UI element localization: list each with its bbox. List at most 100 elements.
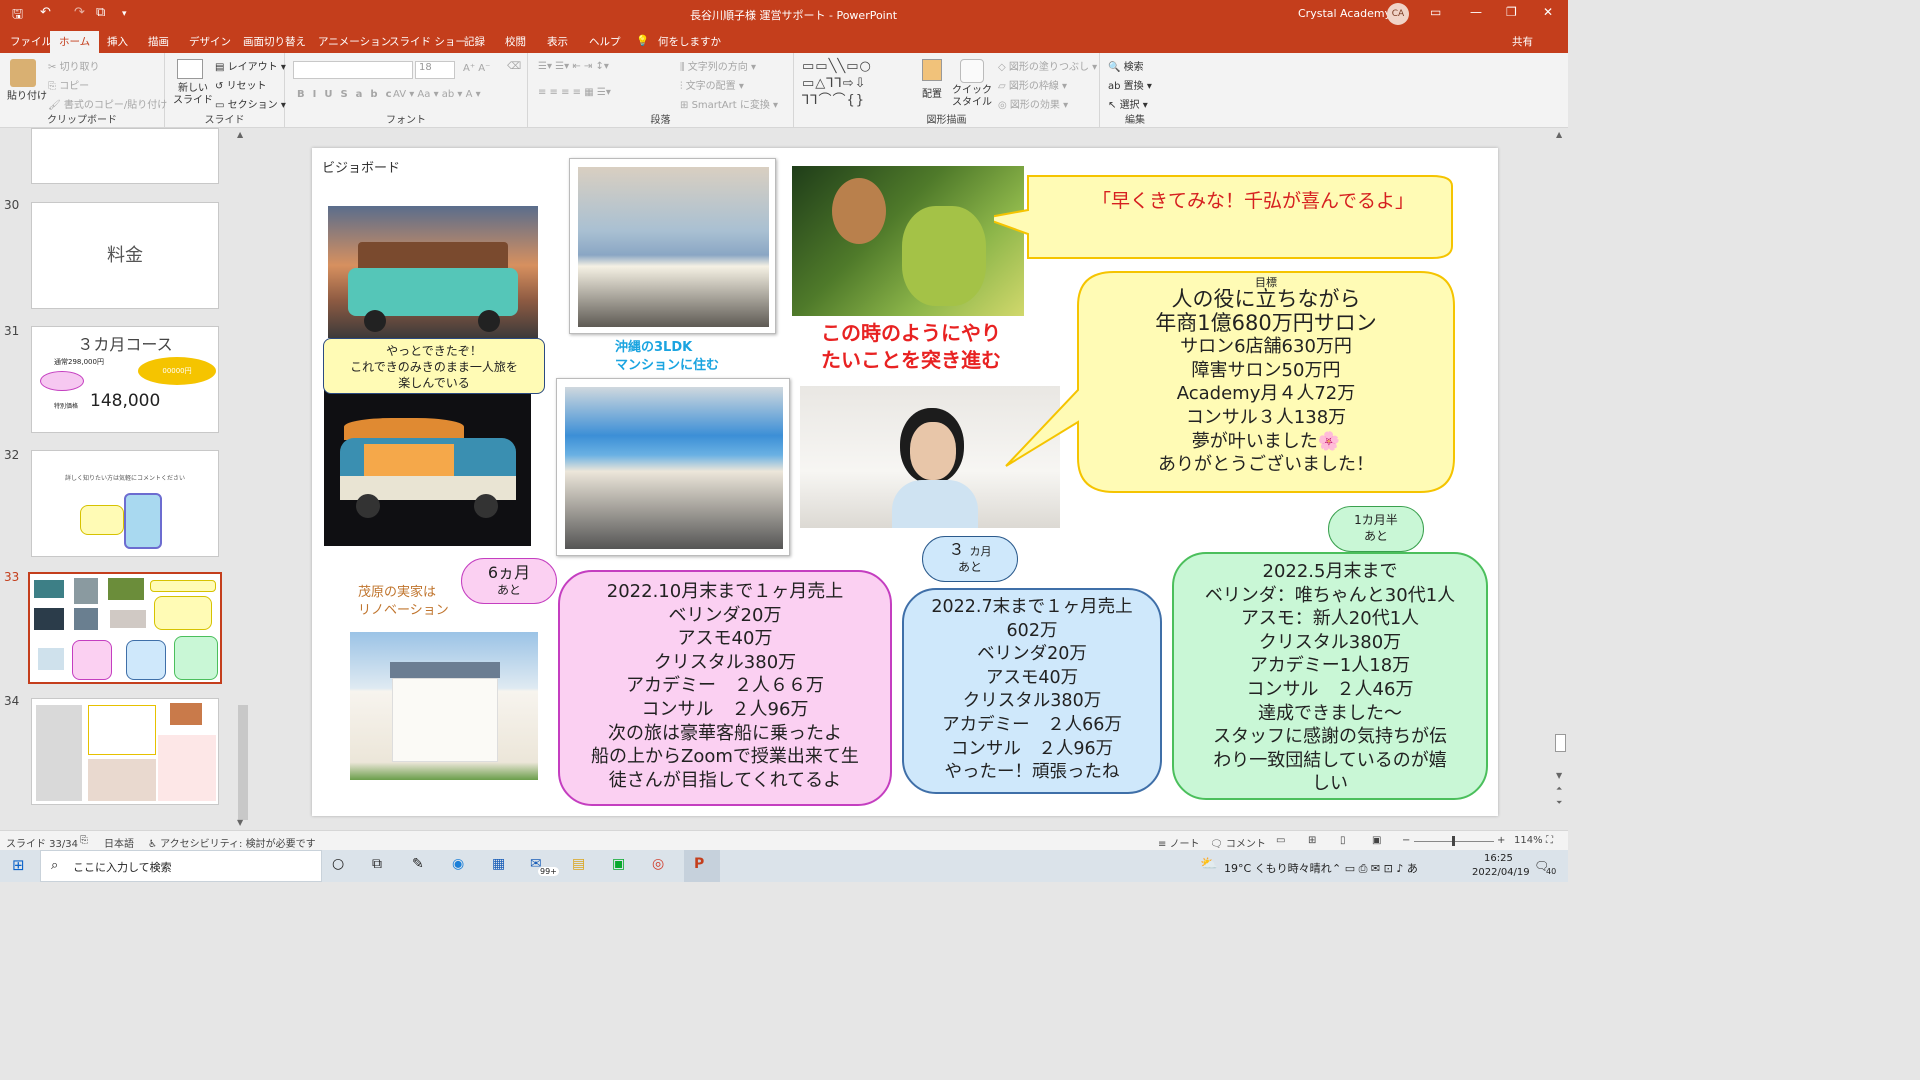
clock-time[interactable]: 16:25 bbox=[1484, 853, 1513, 864]
notes-button[interactable]: ≡ ノート bbox=[1158, 835, 1200, 850]
badge-1-5-months[interactable]: 1カ月半 あと bbox=[1328, 506, 1424, 552]
scroll-up-icon[interactable]: ▲ bbox=[1556, 130, 1562, 139]
close-icon[interactable]: ✕ bbox=[1543, 5, 1553, 19]
slide-33[interactable]: ビジョボード やっとできたぞ！ これできのみきのまま一人旅を 楽しんでいる 沖縄… bbox=[312, 148, 1498, 816]
badge-6-months[interactable]: 6ヵ月 あと bbox=[461, 558, 557, 604]
account-name[interactable]: Crystal Academy bbox=[1298, 7, 1391, 20]
tab-view[interactable]: 表示 bbox=[547, 34, 568, 49]
bullets-icon[interactable]: ☰▾ ☰▾ ⇤ ⇥ ↕▾ bbox=[538, 61, 609, 72]
zoom-level[interactable]: 114% bbox=[1514, 835, 1543, 846]
restore-icon[interactable]: ❐ bbox=[1506, 5, 1517, 19]
red-statement[interactable]: この時のようにやり たいことを突き進む bbox=[808, 320, 1014, 374]
slideshow-start-icon[interactable]: ⧉ bbox=[96, 5, 105, 20]
redo-icon[interactable]: ↷ bbox=[74, 5, 85, 20]
slide-thumbnail-30[interactable]: 料金 bbox=[31, 202, 219, 309]
font-name-combo[interactable] bbox=[293, 61, 413, 79]
align-icons[interactable]: ≡ ≡ ≡ ≡ ▦ ☰▾ bbox=[538, 87, 611, 98]
accessibility-status[interactable]: ♿ アクセシビリティ: 検討が必要です bbox=[148, 835, 316, 850]
undo-icon[interactable]: ↶ bbox=[40, 5, 51, 20]
tab-home[interactable]: ホーム bbox=[50, 31, 100, 53]
find-button[interactable]: 🔍 検索 bbox=[1108, 58, 1144, 73]
next-slide-icon[interactable]: ⏷ bbox=[1556, 798, 1562, 808]
layout-button[interactable]: ▤ レイアウト ▾ bbox=[215, 58, 286, 73]
new-slide-button[interactable]: 新しい スライド bbox=[173, 83, 213, 107]
clear-format-icon[interactable]: ⌫ bbox=[507, 61, 521, 72]
select-button[interactable]: ↖ 選択 ▾ bbox=[1108, 96, 1148, 111]
pink-sales-box[interactable]: 2022.10月末まで１ヶ月売上 ベリンダ20万 アスモ40万 クリスタル380… bbox=[558, 570, 892, 806]
smartart-button[interactable]: ⊞ SmartArt に変換 ▾ bbox=[680, 96, 778, 111]
scrollbar-thumb[interactable] bbox=[238, 705, 248, 820]
scrollbar-thumb[interactable] bbox=[1555, 734, 1566, 752]
slideshow-view-icon[interactable]: ▣ bbox=[1372, 835, 1381, 846]
taskbar-search[interactable]: ⌕ ここに入力して検索 bbox=[40, 850, 322, 882]
avatar[interactable]: CA bbox=[1387, 3, 1409, 25]
fit-slide-icon[interactable]: ⛶ bbox=[1546, 835, 1553, 846]
tab-file[interactable]: ファイル bbox=[10, 34, 52, 49]
minimize-icon[interactable]: — bbox=[1470, 5, 1482, 19]
language[interactable]: 日本語 bbox=[104, 835, 134, 850]
weather-text[interactable]: 19°C くもり時々晴れ bbox=[1224, 860, 1332, 876]
comments-button[interactable]: 🗨 コメント bbox=[1210, 835, 1266, 850]
pen-app-icon[interactable]: ✎ bbox=[412, 856, 424, 872]
slide-thumbnail-33[interactable] bbox=[28, 572, 222, 684]
zoom-out-icon[interactable]: − bbox=[1402, 835, 1410, 846]
tab-help[interactable]: ヘルプ bbox=[589, 34, 621, 49]
chrome-icon[interactable]: ◎ bbox=[652, 856, 664, 872]
green-sales-box[interactable]: 2022.5月末まで ベリンダ：唯ちゃんと30代1人 アスモ：新人20代1人 ク… bbox=[1172, 552, 1488, 800]
shape-effects-button[interactable]: ◎ 図形の効果 ▾ bbox=[998, 96, 1068, 111]
tab-transitions[interactable]: 画面切り替え bbox=[243, 34, 306, 49]
zoom-slider-thumb[interactable] bbox=[1452, 836, 1455, 846]
line-icon[interactable]: ▣ bbox=[612, 856, 625, 872]
tab-record[interactable]: 記録 bbox=[464, 34, 485, 49]
font-style-buttons[interactable]: BIUSabc bbox=[297, 89, 400, 100]
tab-animations[interactable]: アニメーション bbox=[318, 34, 391, 49]
slide-scrollbar[interactable]: ▲ ▼ ⏶ ⏷ bbox=[1553, 128, 1568, 830]
paste-icon[interactable] bbox=[10, 59, 36, 87]
scroll-up-icon[interactable]: ▲ bbox=[237, 130, 243, 139]
sorter-view-icon[interactable]: ⊞ bbox=[1308, 835, 1316, 846]
font-spacing-icon[interactable]: AV ▾ Aa ▾ ab ▾ A ▾ bbox=[393, 89, 481, 100]
tab-draw[interactable]: 描画 bbox=[148, 34, 169, 49]
camper-lego-photo[interactable] bbox=[324, 388, 531, 546]
camper-caption[interactable]: やっとできたぞ！ これできのみきのまま一人旅を 楽しんでいる bbox=[323, 338, 545, 394]
zoom-in-icon[interactable]: + bbox=[1497, 835, 1505, 846]
shape-fill-button[interactable]: ◇ 図形の塗りつぶし ▾ bbox=[998, 58, 1097, 73]
badge-3-months[interactable]: ３ カ月 あと bbox=[922, 536, 1018, 582]
cut-button[interactable]: ✂ 切り取り bbox=[48, 58, 100, 73]
tell-me-search[interactable]: 何をしますか bbox=[658, 34, 721, 49]
grow-font-icon[interactable]: A⁺ A⁻ bbox=[463, 63, 490, 74]
section-button[interactable]: ▭ セクション ▾ bbox=[215, 96, 286, 111]
new-slide-icon[interactable] bbox=[177, 59, 203, 79]
camper-sunset-photo[interactable] bbox=[328, 206, 538, 338]
scroll-down-icon[interactable]: ▼ bbox=[1556, 771, 1562, 780]
replace-button[interactable]: ab 置換 ▾ bbox=[1108, 77, 1152, 92]
house-photo[interactable] bbox=[350, 632, 538, 780]
tab-design[interactable]: デザイン bbox=[189, 34, 231, 49]
okinawa-living-photo[interactable] bbox=[556, 378, 790, 556]
save-icon[interactable]: 🖫 bbox=[12, 5, 23, 27]
previous-slide-icon[interactable]: ⏶ bbox=[1556, 784, 1562, 794]
format-painter-button[interactable]: 🖌 書式のコピー/貼り付け bbox=[48, 96, 167, 111]
normal-view-icon[interactable]: ▭ bbox=[1276, 835, 1285, 846]
reading-view-icon[interactable]: ▯ bbox=[1340, 835, 1346, 846]
tab-insert[interactable]: 挿入 bbox=[107, 34, 128, 49]
text-direction-button[interactable]: ⫼ 文字列の方向 ▾ bbox=[680, 58, 756, 73]
okinawa-caption[interactable]: 沖縄の3LDK マンションに住む bbox=[615, 339, 719, 375]
edge-icon[interactable]: ◉ bbox=[452, 856, 464, 872]
quick-styles-button[interactable]: クイック スタイル bbox=[952, 85, 992, 109]
tab-slideshow[interactable]: スライド ショー bbox=[389, 34, 466, 49]
slide-thumbnail-31[interactable]: ３カ月コース 通常298,000円 00000円 特別価格 148,000 bbox=[31, 326, 219, 433]
copy-button[interactable]: ⎘ コピー bbox=[48, 77, 89, 92]
thumbnail-scrollbar[interactable]: ▲ ▼ bbox=[236, 130, 250, 830]
reset-button[interactable]: ↺ リセット bbox=[215, 77, 267, 92]
quick-styles-icon[interactable] bbox=[960, 59, 984, 83]
font-size-combo[interactable]: 18 bbox=[415, 61, 455, 79]
powerpoint-taskbar-button[interactable]: P bbox=[684, 850, 720, 882]
align-text-button[interactable]: ⫶ 文字の配置 ▾ bbox=[680, 77, 744, 92]
arrange-icon[interactable] bbox=[922, 59, 942, 81]
slide-thumbnail-29[interactable] bbox=[31, 128, 219, 184]
slide-thumbnail-32[interactable]: 詳しく知りたい方は気軽にコメントください bbox=[31, 450, 219, 557]
quick-access-more-icon[interactable]: ▾ bbox=[122, 9, 127, 19]
windows-start-icon[interactable]: ⊞ bbox=[12, 856, 25, 874]
tab-review[interactable]: 校閲 bbox=[505, 34, 526, 49]
